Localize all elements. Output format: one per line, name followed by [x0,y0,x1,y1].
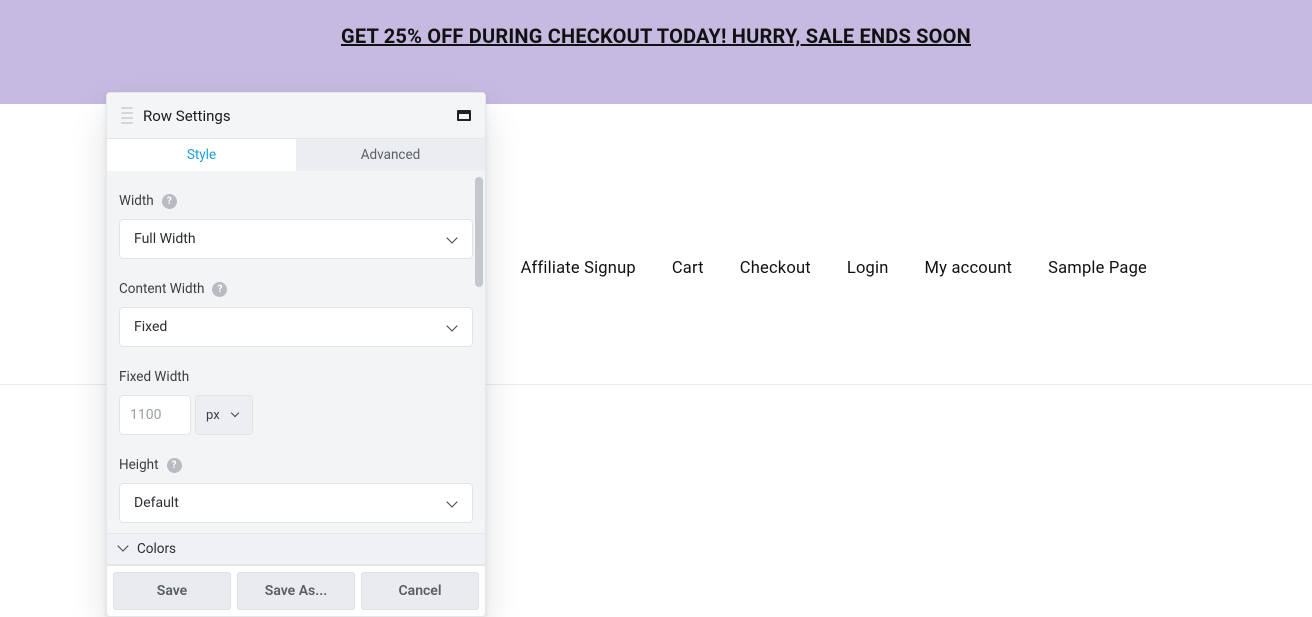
chevron-down-icon [232,410,242,420]
label-fixed-width-text: Fixed Width [119,369,189,385]
label-content-width: Content Width ? [119,281,473,297]
scrollbar-thumb[interactable] [475,177,483,287]
field-fixed-width: Fixed Width 1100 px [119,369,473,435]
nav-sample-page[interactable]: Sample Page [1048,259,1147,278]
row-settings-panel: Row Settings Style Advanced Width ? Full… [106,92,486,617]
chevron-down-icon [448,498,458,508]
select-width-value: Full Width [134,231,196,247]
help-icon[interactable]: ? [162,194,177,209]
panel-body: Width ? Full Width Content Width ? Fixed… [107,171,485,521]
section-colors[interactable]: Colors [107,533,485,565]
label-width-text: Width [119,193,154,209]
chevron-down-icon [448,234,458,244]
panel-tabs: Style Advanced [107,139,485,171]
nav-login[interactable]: Login [847,259,889,278]
scrollbar[interactable] [475,177,483,501]
nav-affiliate-signup[interactable]: Affiliate Signup [521,259,636,278]
nav-cart[interactable]: Cart [672,259,704,278]
select-height-value: Default [134,495,179,511]
save-as-button[interactable]: Save As... [237,572,355,610]
drag-handle-icon[interactable] [121,107,133,124]
label-height-text: Height [119,457,159,473]
label-content-width-text: Content Width [119,281,204,297]
select-content-width-value: Fixed [134,319,167,335]
tab-advanced[interactable]: Advanced [296,139,485,171]
promo-banner: GET 25% OFF DURING CHECKOUT TODAY! HURRY… [0,0,1312,104]
chevron-down-icon [448,322,458,332]
panel-header[interactable]: Row Settings [107,93,485,139]
panel-title: Row Settings [143,107,457,125]
nav-my-account[interactable]: My account [925,259,1013,278]
label-width: Width ? [119,193,473,209]
label-height: Height ? [119,457,473,473]
panel-footer: Save Save As... Cancel [107,565,485,616]
nav-checkout[interactable]: Checkout [740,259,811,278]
label-fixed-width: Fixed Width [119,369,473,385]
select-content-width[interactable]: Fixed [119,307,473,347]
save-button[interactable]: Save [113,572,231,610]
chevron-down-icon [119,542,129,552]
window-toggle-icon[interactable] [457,110,471,121]
select-width[interactable]: Full Width [119,219,473,259]
section-colors-label: Colors [137,541,176,557]
help-icon[interactable]: ? [212,282,227,297]
help-icon[interactable]: ? [167,458,182,473]
select-fixed-width-unit[interactable]: px [195,395,253,435]
input-fixed-width-value: 1100 [130,407,161,423]
input-fixed-width[interactable]: 1100 [119,395,191,435]
main-nav: te Login Affiliate Signup Cart Checkout … [424,259,1147,278]
field-width: Width ? Full Width [119,193,473,259]
unit-value: px [206,408,220,423]
cancel-button[interactable]: Cancel [361,572,479,610]
tab-style[interactable]: Style [107,139,296,171]
field-height: Height ? Default [119,457,473,523]
select-height[interactable]: Default [119,483,473,523]
field-content-width: Content Width ? Fixed [119,281,473,347]
